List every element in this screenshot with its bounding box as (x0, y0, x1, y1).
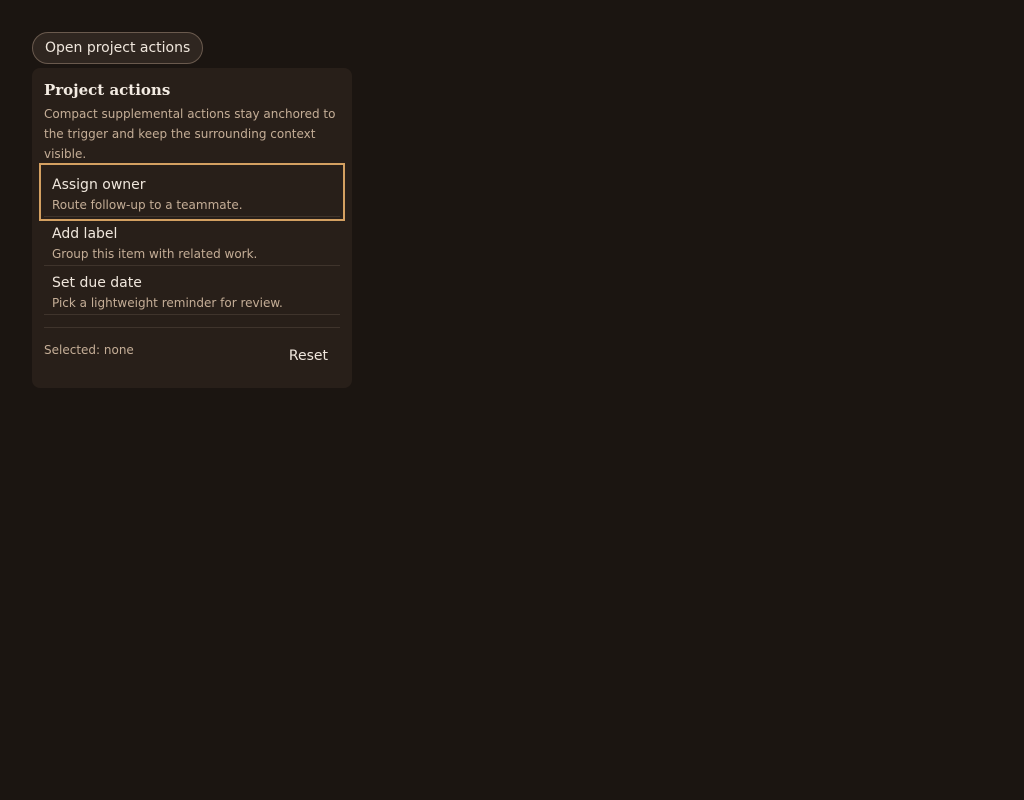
popover-title: Project actions (44, 81, 171, 99)
menu-item-description: Pick a lightweight reminder for review. (52, 296, 283, 310)
project-actions-popover: Project actions Compact supplemental act… (32, 68, 352, 388)
actions-menu: Assign owner Route follow-up to a teamma… (39, 163, 345, 315)
menu-item-add-label[interactable]: Add label Group this item with related w… (44, 217, 340, 266)
menu-item-description: Route follow-up to a teammate. (52, 198, 243, 212)
reset-button[interactable]: Reset (277, 342, 340, 370)
popover-footer: Selected: none Reset (44, 327, 340, 378)
menu-item-label: Add label (52, 226, 118, 242)
menu-item-description: Group this item with related work. (52, 247, 258, 261)
menu-item-label: Set due date (52, 275, 142, 291)
popover-description: Compact supplemental actions stay anchor… (44, 107, 336, 161)
open-project-actions-button[interactable]: Open project actions (32, 32, 204, 64)
menu-item-set-due-date[interactable]: Set due date Pick a lightweight reminder… (44, 266, 340, 315)
menu-item-assign-owner[interactable]: Assign owner Route follow-up to a teamma… (39, 163, 345, 221)
menu-item-label: Assign owner (52, 177, 146, 193)
selected-status: Selected: none (44, 343, 134, 357)
